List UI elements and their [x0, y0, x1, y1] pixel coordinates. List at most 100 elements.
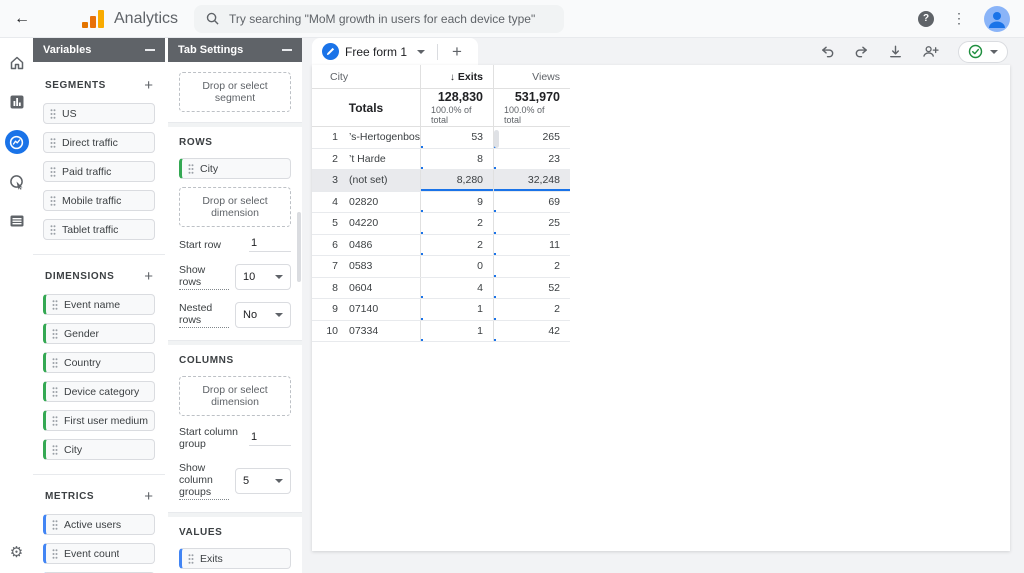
panel-scrollbar[interactable] [297, 212, 301, 282]
show-column-groups-label: Show column groups [179, 462, 229, 500]
table-row[interactable]: 6 0486 2 11 [312, 235, 570, 257]
segment-chip[interactable]: Tablet traffic [43, 219, 155, 240]
chevron-down-icon[interactable] [417, 50, 425, 54]
segment-chip[interactable]: Paid traffic [43, 161, 155, 182]
cell-bar [421, 189, 493, 191]
add-tab-button[interactable]: + [440, 42, 474, 62]
dimension-chip[interactable]: Country [43, 352, 155, 373]
table-row[interactable]: 8 0604 4 52 [312, 278, 570, 300]
tab-label: Free form 1 [345, 45, 407, 59]
add-dimension-icon[interactable]: + [144, 269, 153, 284]
tab-strip: Free form 1 + [312, 38, 1024, 65]
undo-icon[interactable] [820, 44, 835, 59]
help-icon[interactable]: ? [918, 11, 934, 27]
table-row[interactable]: 9 07140 1 2 [312, 299, 570, 321]
table-row[interactable]: 4 02820 9 69 [312, 192, 570, 214]
row-city: ’s-Hertogenbosch [349, 131, 420, 143]
row-city: 07140 [349, 303, 378, 315]
back-icon[interactable]: ← [10, 10, 34, 28]
start-column-group-input[interactable]: 1 [249, 431, 291, 446]
segment-chip-label: Direct traffic [62, 137, 118, 149]
tab-free-form-1[interactable]: Free form 1 [312, 43, 435, 60]
values-chip-list: Exits Views [179, 548, 291, 573]
row-city: (not set) [349, 174, 388, 186]
rows-dimension-chip[interactable]: City [179, 158, 291, 179]
nav-explore-icon[interactable] [5, 130, 29, 154]
row-city: 0604 [349, 282, 372, 294]
cell-bar [494, 189, 570, 191]
divider [168, 512, 302, 517]
show-rows-select[interactable]: 10 [235, 264, 291, 290]
variables-title: Variables [43, 44, 91, 56]
collapse-tab-settings-icon[interactable] [282, 49, 292, 51]
nav-home-icon[interactable] [6, 52, 28, 74]
download-icon[interactable] [888, 44, 903, 59]
validation-status-button[interactable] [958, 41, 1008, 63]
dimension-chip[interactable]: Device category [43, 381, 155, 402]
segment-chip-label: Tablet traffic [62, 224, 118, 236]
table-row[interactable]: 2 ’t Harde 8 23 [312, 149, 570, 171]
table-scrollbar-thumb[interactable] [494, 130, 499, 148]
table-row[interactable]: 5 04220 2 25 [312, 213, 570, 235]
nested-rows-select[interactable]: No [235, 302, 291, 328]
collapse-variables-icon[interactable] [145, 49, 155, 51]
dimension-chip[interactable]: Gender [43, 323, 155, 344]
table-row[interactable]: 7 0583 0 2 [312, 256, 570, 278]
cell-bar [421, 232, 423, 234]
drag-handle-icon [50, 196, 56, 206]
row-rank: 9 [312, 303, 338, 315]
table-body: 1 ’s-Hertogenbosch 53 265 [312, 127, 570, 342]
analytics-logo-icon[interactable] [82, 10, 104, 28]
cell-bar [421, 318, 423, 320]
settings-gear-icon[interactable]: ⚙ [0, 543, 33, 561]
add-metric-icon[interactable]: + [144, 489, 153, 504]
views-cell: 2 [493, 256, 570, 277]
dimension-chip[interactable]: Event name [43, 294, 155, 315]
value-metric-chip-label: Exits [200, 553, 223, 565]
table-row[interactable]: 10 07334 1 42 [312, 321, 570, 343]
nav-library-icon[interactable] [6, 210, 28, 232]
avatar[interactable] [984, 6, 1010, 32]
columns-drop-zone[interactable]: Drop or select dimension [179, 376, 291, 416]
more-vert-icon[interactable]: ⋮ [952, 10, 966, 27]
segments-list: US Direct traffic Paid traffic Mobile tr… [43, 103, 155, 240]
apps-grid-icon[interactable] [886, 12, 900, 26]
segment-chip[interactable]: Direct traffic [43, 132, 155, 153]
exits-cell: 8 [420, 149, 493, 170]
metric-chip[interactable]: Active users [43, 514, 155, 535]
nav-advertising-icon[interactable] [6, 171, 28, 193]
metric-chip[interactable]: Event count [43, 543, 155, 564]
search-input[interactable]: Try searching "MoM growth in users for e… [194, 5, 564, 33]
cell-bar [421, 146, 423, 148]
segment-chip[interactable]: US [43, 103, 155, 124]
add-segment-icon[interactable]: + [144, 78, 153, 93]
dimension-chip[interactable]: City [43, 439, 155, 460]
freeform-table: City ↓ Exits Views Totals 128,830 100.0%… [312, 65, 570, 342]
drag-handle-icon [52, 358, 58, 368]
nav-reports-icon[interactable] [6, 91, 28, 113]
redo-icon[interactable] [854, 44, 869, 59]
share-user-icon[interactable] [922, 44, 939, 59]
segment-chip-label: Mobile traffic [62, 195, 121, 207]
start-row-input[interactable]: 1 [249, 237, 291, 252]
analytics-app: ← Analytics Try searching "MoM growth in… [0, 0, 1024, 573]
column-header-exits[interactable]: ↓ Exits [420, 65, 493, 89]
segment-chip[interactable]: Mobile traffic [43, 190, 155, 211]
metrics-title: METRICS [45, 491, 94, 502]
exits-cell: 1 [420, 299, 493, 320]
dimension-chip-label: Event name [64, 299, 120, 311]
column-header-views[interactable]: Views [493, 65, 570, 89]
column-header-city[interactable]: City [312, 71, 420, 83]
tab-settings-body: Drop or select segment ROWS City Drop or… [168, 62, 302, 573]
tab-settings-header: Tab Settings [168, 38, 302, 62]
drag-handle-icon [50, 109, 56, 119]
table-row[interactable]: 3 (not set) 8,280 32,248 [312, 170, 570, 192]
drag-handle-icon [52, 300, 58, 310]
row-rank: 1 [312, 131, 338, 143]
rows-drop-zone[interactable]: Drop or select dimension [179, 187, 291, 227]
value-metric-chip[interactable]: Exits [179, 548, 291, 569]
table-row[interactable]: 1 ’s-Hertogenbosch 53 265 [312, 127, 570, 149]
segment-drop-zone[interactable]: Drop or select segment [179, 72, 291, 112]
show-column-groups-select[interactable]: 5 [235, 468, 291, 494]
dimension-chip[interactable]: First user medium [43, 410, 155, 431]
